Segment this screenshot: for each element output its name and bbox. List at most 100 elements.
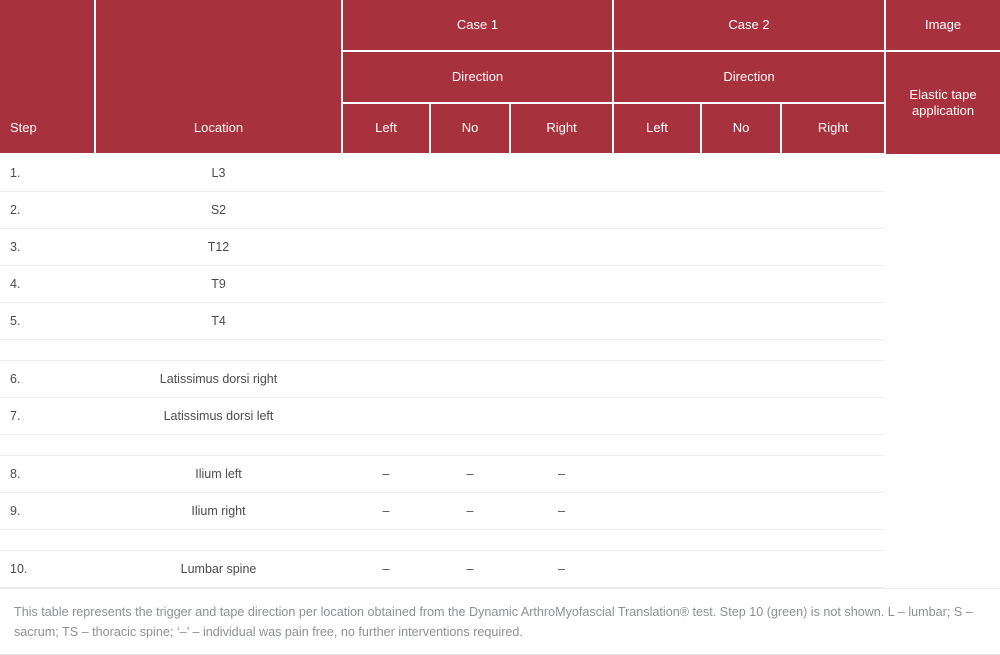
cell-location: Lumbar spine [95,550,342,588]
table-row: 9. Ilium right – – – [0,492,1000,530]
cell-case2-left [613,265,702,303]
spacer-cell [510,339,614,361]
header-col-case2-right: Right [781,103,887,155]
cell-case1-no [430,154,510,192]
header-direction-case-2: Direction [613,51,887,104]
spacer-cell [430,529,510,551]
spacer-cell [613,434,702,456]
cell-case1-right: – [510,455,614,493]
cell-case1-no [430,397,510,435]
cell-step: 1. [0,154,95,192]
header-direction-case-1: Direction [342,51,615,104]
cell-step: 4. [0,265,95,303]
cell-case1-left [342,265,430,303]
header-corner-blank-step [0,0,96,103]
cell-case1-left [342,302,430,340]
spacer-cell [781,339,886,361]
header-col-case1-no: No [430,103,511,155]
cell-step: 5. [0,302,95,340]
cell-case2-right [781,302,886,340]
cell-location: T4 [95,302,342,340]
cell-case2-right [781,228,886,266]
cell-location: Latissimus dorsi right [95,360,342,398]
table-body: 1. L3 2. S2 3. T12 4. T9 5. T4 6. Latiss… [0,154,1000,588]
cell-case1-no: – [430,455,510,493]
cell-case2-right [781,492,886,530]
cell-case2-right [781,191,886,229]
cell-location: Ilium right [95,492,342,530]
spacer-cell [613,529,702,551]
table-footnote: This table represents the trigger and ta… [0,588,1000,655]
cell-case2-left [613,154,702,192]
header-corner-blank-location [95,0,343,103]
spacer-cell [430,339,510,361]
spacer-cell [701,434,782,456]
table-row: 6. Latissimus dorsi right [0,360,1000,398]
cell-step: 10. [0,550,95,588]
cell-case2-right [781,397,886,435]
cell-case1-no [430,228,510,266]
header-group-case-1: Case 1 [342,0,615,52]
cell-step: 3. [0,228,95,266]
table-container: Case 1 Case 2 Image Direction Direction … [0,0,1000,655]
table-row: 2. S2 [0,191,1000,229]
cell-image [885,191,1000,229]
cell-case1-no [430,360,510,398]
spacer-cell [0,339,95,361]
cell-case1-no [430,191,510,229]
spacer-cell-image [885,529,1000,551]
cell-case2-left [613,550,702,588]
cell-case1-right: – [510,492,614,530]
cell-image [885,397,1000,435]
cell-case2-no [701,302,782,340]
cell-case2-left [613,228,702,266]
spacer-cell [781,529,886,551]
table-row: 7. Latissimus dorsi left [0,397,1000,435]
cell-location: T12 [95,228,342,266]
table-row: 5. T4 [0,302,1000,340]
table-header: Case 1 Case 2 Image Direction Direction … [0,0,1000,155]
cell-location: L3 [95,154,342,192]
header-row-columns: Step Location Left No Right Left No Righ… [0,103,1000,155]
cell-step: 9. [0,492,95,530]
cell-case1-right [510,191,614,229]
cell-location: Latissimus dorsi left [95,397,342,435]
cell-case2-left [613,360,702,398]
cell-case1-left [342,154,430,192]
header-col-case1-right: Right [510,103,615,155]
cell-case1-no [430,265,510,303]
cell-image [885,154,1000,192]
spacer-cell [613,339,702,361]
cell-case2-right [781,154,886,192]
cell-case1-right [510,228,614,266]
cell-image [885,492,1000,530]
header-col-case2-left: Left [613,103,703,155]
cell-location: S2 [95,191,342,229]
cell-case1-left: – [342,455,430,493]
cell-case1-left: – [342,492,430,530]
spacer-cell [510,529,614,551]
spacer-cell [0,434,95,456]
table-row: 4. T9 [0,265,1000,303]
header-col-step: Step [0,103,96,155]
spacer-cell [430,434,510,456]
cell-location: Ilium left [95,455,342,493]
spacer-cell [701,529,782,551]
cell-case2-right [781,550,886,588]
table-group-spacer [0,339,1000,361]
spacer-cell [95,434,342,456]
cell-image [885,302,1000,340]
header-row-groups: Case 1 Case 2 Image [0,0,1000,103]
cell-case2-no [701,191,782,229]
table-row: 1. L3 [0,154,1000,192]
cell-case2-no [701,455,782,493]
cell-case2-left [613,302,702,340]
header-group-image: Image [885,0,1000,52]
spacer-cell [781,434,886,456]
table-row: 3. T12 [0,228,1000,266]
cell-case2-right [781,265,886,303]
spacer-cell [342,434,430,456]
cell-image [885,265,1000,303]
cell-case1-right [510,397,614,435]
cell-case2-right [781,360,886,398]
